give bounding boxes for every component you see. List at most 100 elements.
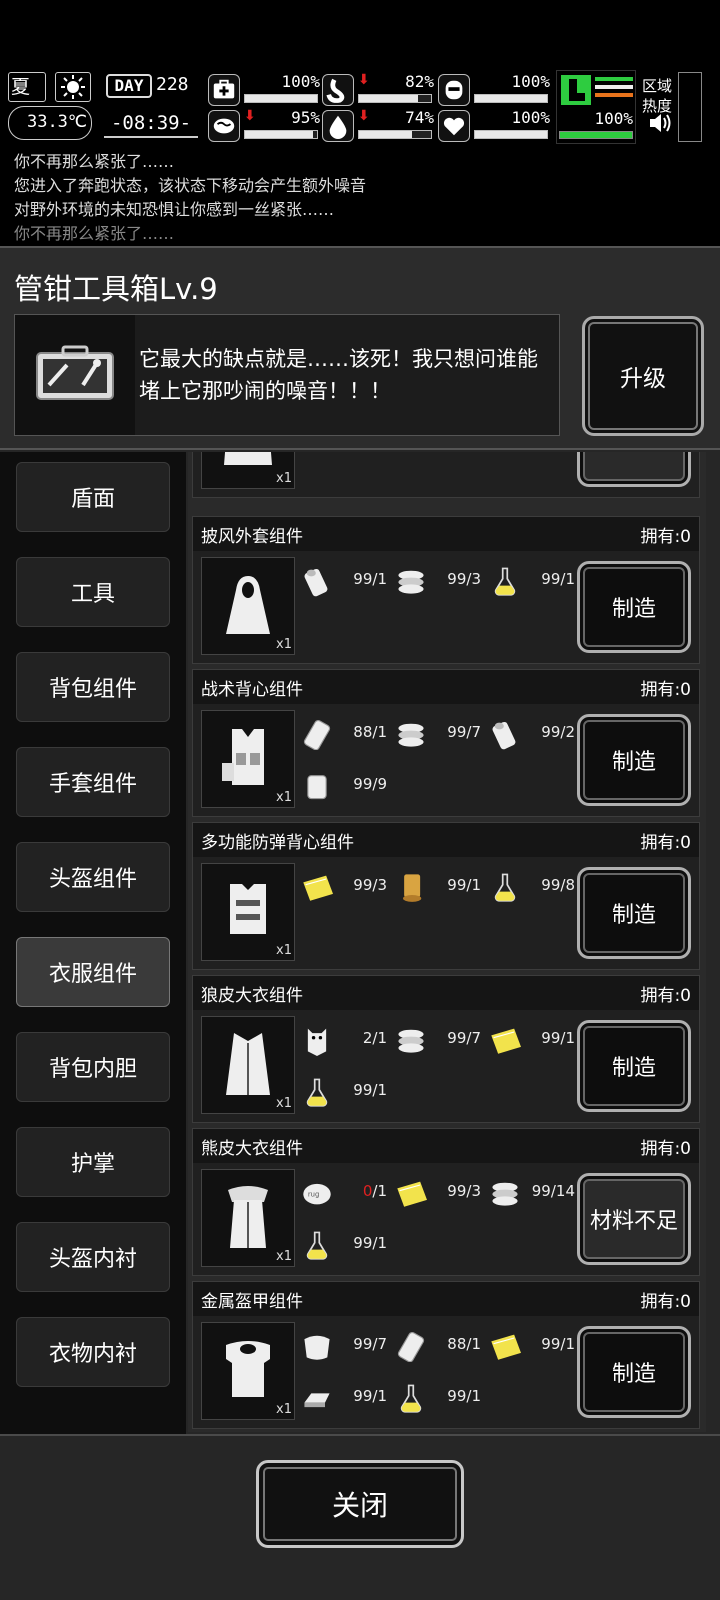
material-have: 99: [447, 723, 467, 741]
craft-button[interactable]: 制造: [577, 867, 691, 959]
recipe-card: 熊皮大衣组件 拥有:0 x1 rug 0/1 99/3 99/14 99/1 材料不足: [192, 1128, 700, 1276]
material-requirement: 88/1: [301, 718, 387, 751]
vital-stat-bar: [244, 130, 318, 139]
material-need: /3: [372, 876, 387, 894]
material-need: /7: [372, 1335, 387, 1353]
upgrade-button[interactable]: 升级: [582, 316, 704, 436]
material-requirement: 99/1: [489, 1024, 575, 1054]
recipe-quantity: x1: [276, 471, 292, 486]
recipe-name: 金属盔甲组件: [201, 1292, 303, 1312]
material-amount: 99/1: [353, 570, 387, 588]
close-button[interactable]: 关闭: [256, 1460, 464, 1548]
material-have: 99: [353, 1234, 373, 1252]
material-amount: 99/1: [447, 1387, 481, 1405]
region-heat-meter: [678, 72, 702, 142]
material-requirement: rug 0/1: [301, 1177, 387, 1207]
craft-button[interactable]: 制造: [577, 714, 691, 806]
material-requirement: 99/7: [395, 718, 481, 748]
material-need: /1: [560, 1335, 575, 1353]
material-amount: 99/2: [541, 723, 575, 741]
material-requirement: 99/7: [301, 1330, 387, 1360]
material-need: /1: [372, 1029, 387, 1047]
category-tab[interactable]: 工具: [16, 557, 170, 627]
recipe-card: 金属盔甲组件 拥有:0 x1 99/7 88/1 99/1 99/1 99/1 制造: [192, 1281, 700, 1429]
recipe-header: 战术背心组件 拥有:0: [193, 670, 699, 704]
insufficient-materials-button[interactable]: 材料不足: [577, 1173, 691, 1265]
material-amount: 99/3: [353, 876, 387, 894]
material-amount: 99/1: [447, 876, 481, 894]
material-need: /1: [466, 876, 481, 894]
vital-stat-value: 100%: [281, 72, 320, 91]
material-amount: 99/7: [447, 1029, 481, 1047]
log-line: 您进入了奔跑状态，该状态下移动会产生额外噪音: [14, 176, 367, 195]
category-tab[interactable]: 背包内胆: [16, 1032, 170, 1102]
material-have: 0: [362, 1182, 373, 1200]
bulletproof-vest-icon: x1: [201, 863, 295, 961]
category-tab[interactable]: 盾面: [16, 462, 170, 532]
recipe-header: 多功能防弹背心组件 拥有:0: [193, 823, 699, 857]
material-requirement: 99/7: [395, 1024, 481, 1054]
recipe-quantity: x1: [276, 1249, 292, 1264]
material-have: 99: [541, 1335, 561, 1353]
craft-button[interactable]: 制造: [577, 1326, 691, 1418]
material-amount: 0/1: [363, 1182, 387, 1200]
pelt-icon: [301, 1330, 333, 1362]
recipe-card: 狼皮大衣组件 拥有:0 x1 2/1 99/7 99/1 99/1 制造: [192, 975, 700, 1123]
season-label: 夏: [11, 76, 31, 98]
material-amount: 99/7: [447, 723, 481, 741]
material-need: /1: [372, 1387, 387, 1405]
material-amount: 88/1: [447, 1335, 481, 1353]
material-requirement: 2/1: [301, 1024, 387, 1056]
leather-icon: [301, 718, 333, 751]
material-have: 99: [447, 876, 467, 894]
material-amount: 99/1: [541, 570, 575, 588]
fabric-icon: [489, 1330, 521, 1362]
category-tab[interactable]: 手套组件: [16, 747, 170, 817]
body-status-panel[interactable]: 100%: [556, 70, 636, 144]
material-requirement: 99/1: [301, 1382, 387, 1412]
leather-icon: [395, 1330, 427, 1363]
wolf-pelt-icon: [301, 1024, 333, 1056]
message-log: 你不再那么紧张了…… 您进入了奔跑状态，该状态下移动会产生额外噪音 对野外环境的…: [0, 150, 720, 246]
flask-icon: [395, 1382, 427, 1414]
material-have: 99: [541, 1029, 561, 1047]
material-requirement: 99/8: [489, 871, 575, 902]
recipe-header: 金属盔甲组件 拥有:0: [193, 1282, 699, 1316]
log-line: 对野外环境的未知恐惧让你感到一丝紧张……: [14, 200, 335, 219]
category-sidebar: 盾面工具背包组件手套组件头盔组件衣服组件背包内胆护掌头盔内衬衣物内衬: [0, 452, 186, 1452]
vital-stat: 100%: [438, 108, 552, 144]
category-tab[interactable]: 背包组件: [16, 652, 170, 722]
category-tab[interactable]: 护掌: [16, 1127, 170, 1197]
bear-pelt-icon: rug: [301, 1177, 333, 1209]
recipe-list[interactable]: x1 材料不足 披风外套组件拥有:0x199/199/399/1制造战术背心组件…: [188, 452, 706, 1432]
category-tab[interactable]: 头盔组件: [16, 842, 170, 912]
material-need: /1: [560, 570, 575, 588]
game-clock: -08:39-: [104, 112, 198, 138]
material-amount: 99/1: [353, 1234, 387, 1252]
craft-button[interactable]: 制造: [577, 1020, 691, 1112]
material-amount: 99/1: [541, 1029, 575, 1047]
plate-icon: [301, 770, 333, 802]
material-need: /8: [560, 876, 575, 894]
insufficient-materials-button[interactable]: 材料不足: [577, 452, 691, 487]
speaker-icon[interactable]: [648, 112, 672, 138]
thread-icon: [395, 718, 427, 750]
material-requirement: 99/1: [395, 1382, 481, 1414]
material-have: 99: [447, 1029, 467, 1047]
category-tab[interactable]: 衣物内衬: [16, 1317, 170, 1387]
owned-count: 拥有:0: [640, 833, 691, 853]
region-heat-label: 区域热度: [642, 77, 673, 115]
vital-stat: 100%: [438, 72, 552, 108]
owned-count: 拥有:0: [640, 1292, 691, 1312]
tactical-vest-icon: x1: [201, 710, 295, 808]
fabric-icon: [301, 871, 333, 903]
material-need: /1: [372, 570, 387, 588]
heart-icon: [438, 110, 470, 142]
craft-button[interactable]: 制造: [577, 561, 691, 653]
material-have: 99: [541, 723, 561, 741]
category-tab[interactable]: 衣服组件: [16, 937, 170, 1007]
category-tab[interactable]: 头盔内衬: [16, 1222, 170, 1292]
material-amount: 99/1: [353, 1387, 387, 1405]
material-requirement: 99/1: [301, 1229, 387, 1260]
material-amount: 99/9: [353, 775, 387, 793]
